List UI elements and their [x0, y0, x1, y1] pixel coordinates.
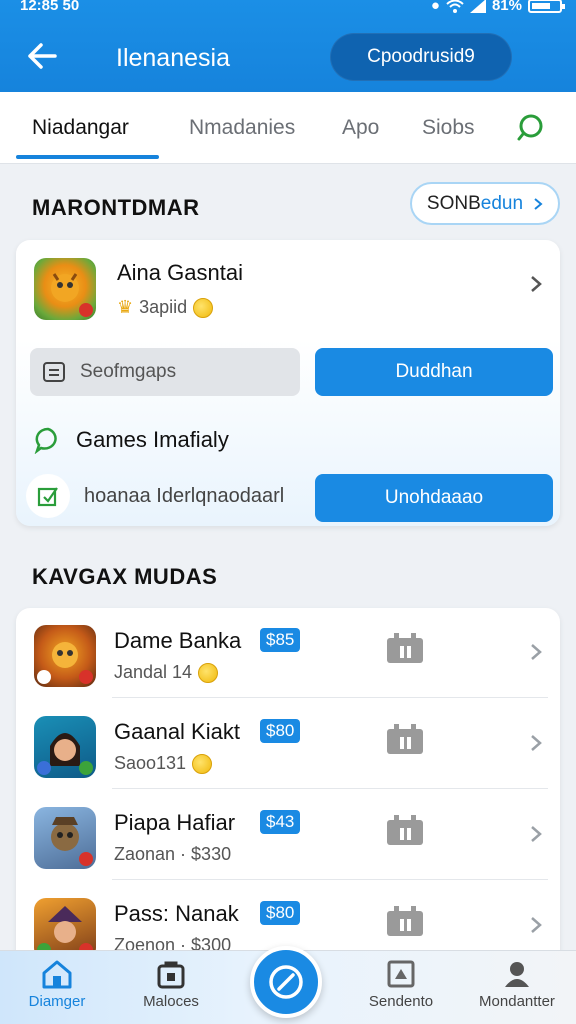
game-sub-text: Jandal 14	[114, 662, 193, 682]
game-name: Gaanal Kiakt	[114, 719, 240, 744]
chevron-right-icon[interactable]	[526, 274, 546, 294]
price-badge: $80	[260, 719, 301, 743]
floating-action-button[interactable]	[250, 946, 322, 1018]
game-sub: Jandal 14	[114, 662, 219, 683]
nav-label-maloces: Maloces	[143, 993, 199, 1010]
featured-game-name: Aina Gasntai	[117, 260, 243, 285]
calendar-icon[interactable]	[386, 814, 424, 846]
price-badge: $85	[260, 628, 301, 652]
signal-icon	[469, 0, 486, 13]
game-name: Pass: Nanak	[114, 901, 239, 926]
game-sub: Saoo131	[114, 753, 213, 774]
list-item[interactable]: Dame Banka $85 Jandal 14	[16, 608, 560, 698]
chevron-right-icon	[534, 197, 543, 210]
chevron-right-icon	[531, 735, 542, 751]
download-button[interactable]: Unohdaaao	[315, 474, 553, 522]
nav-item-sendento[interactable]: Sendento	[346, 959, 456, 1010]
game-icon	[34, 716, 96, 778]
bag-icon	[157, 961, 185, 989]
status-bar: 12:85 50 ● 81%	[0, 0, 576, 16]
nav-item-home[interactable]: Diamger	[2, 959, 112, 1010]
game-icon	[34, 258, 96, 320]
pill-label-left: SONB	[426, 192, 481, 214]
page-title: Ilenanesia	[116, 44, 230, 72]
section-title-featured: MARONTDMAR	[32, 195, 200, 220]
trophy-icon: ♛	[117, 297, 134, 317]
secondary-button[interactable]: Seofmgaps	[30, 348, 300, 396]
tab-bar: Niadangar Nmadanies Apo Siobs	[0, 92, 576, 164]
list-item[interactable]: Gaanal Kiakt $80 Saoo131	[16, 699, 560, 789]
feature-label-games: Games Imafialy	[76, 427, 229, 452]
calendar-icon[interactable]	[386, 905, 424, 937]
calendar-icon[interactable]	[386, 723, 424, 755]
search-icon[interactable]	[516, 112, 548, 144]
battery-percent: 81%	[491, 0, 522, 14]
divider	[112, 788, 548, 789]
tab-siobs[interactable]: Siobs	[422, 116, 475, 140]
puzzle-icon	[387, 960, 415, 988]
featured-game-sub-text: 3apiid	[139, 297, 188, 317]
coin-icon	[198, 662, 219, 683]
game-sub-text: Saoo131	[114, 753, 187, 773]
tab-apo[interactable]: Apo	[342, 116, 379, 140]
divider	[112, 697, 548, 698]
featured-card: Aina Gasntai ♛ 3apiid Seofmgaps Duddhan …	[16, 240, 560, 526]
game-sub: Zaonan · $330	[114, 844, 232, 864]
calendar-icon[interactable]	[386, 632, 424, 664]
status-icons: ● 81%	[430, 0, 565, 14]
game-name: Dame Banka	[114, 628, 242, 653]
feature-label-download: hoanaa Iderlqnaodaarl	[84, 484, 285, 507]
nav-item-maloces[interactable]: Maloces	[116, 959, 226, 1010]
chevron-right-icon	[531, 644, 542, 660]
primary-button[interactable]: Duddhan	[315, 348, 553, 396]
back-arrow-icon	[28, 43, 57, 69]
divider	[112, 879, 548, 880]
coin-icon	[192, 753, 213, 774]
app-header: 12:85 50 ● 81% Ilenanesia Cpoodrusid9	[0, 0, 576, 92]
price-badge: $43	[260, 810, 301, 834]
game-name: Piapa Hafiar	[114, 810, 236, 835]
edit-icon	[26, 474, 70, 518]
featured-game-sub: ♛ 3apiid	[117, 297, 214, 318]
list-item[interactable]: Piapa Hafiar $43 Zaonan · $330	[16, 790, 560, 880]
header-action-button[interactable]: Cpoodrusid9	[330, 33, 512, 81]
nav-label-home: Diamger	[28, 993, 86, 1010]
wifi-icon	[446, 0, 464, 13]
status-time: 12:85 50	[20, 0, 80, 14]
chat-bubble-icon	[34, 427, 57, 454]
compass-icon	[269, 965, 303, 999]
coin-icon	[193, 297, 214, 318]
game-icon	[34, 807, 96, 869]
section-filter-button[interactable]: SONBedun	[410, 182, 560, 225]
feature-row-download: hoanaa Iderlqnaodaarl	[26, 474, 284, 518]
nav-label-profile: Mondantter	[479, 993, 555, 1010]
price-badge: $80	[260, 901, 301, 925]
feature-row-games: Games Imafialy	[34, 426, 229, 454]
nav-item-profile[interactable]: Mondantter	[462, 959, 572, 1010]
section-title-list: KAVGAX MUDAS	[32, 564, 218, 589]
tab-nmadanies[interactable]: Nmadanies	[189, 116, 295, 140]
game-icon	[34, 625, 96, 687]
chevron-right-icon	[531, 917, 542, 933]
nav-label-sendento: Sendento	[368, 993, 434, 1010]
user-icon	[505, 962, 529, 987]
list-icon	[43, 362, 65, 382]
chevron-right-icon	[531, 826, 542, 842]
home-icon	[42, 960, 72, 989]
secondary-button-label: Seofmgaps	[80, 361, 177, 382]
tab-niadangar[interactable]: Niadangar	[32, 116, 129, 140]
active-tab-indicator	[16, 155, 159, 159]
pill-label-right: edun	[480, 192, 524, 214]
game-list: Dame Banka $85 Jandal 14 Gaanal Kiakt $8…	[16, 608, 560, 968]
alarm-icon: ●	[430, 0, 440, 14]
battery-icon	[528, 0, 565, 13]
back-button[interactable]	[24, 38, 60, 74]
